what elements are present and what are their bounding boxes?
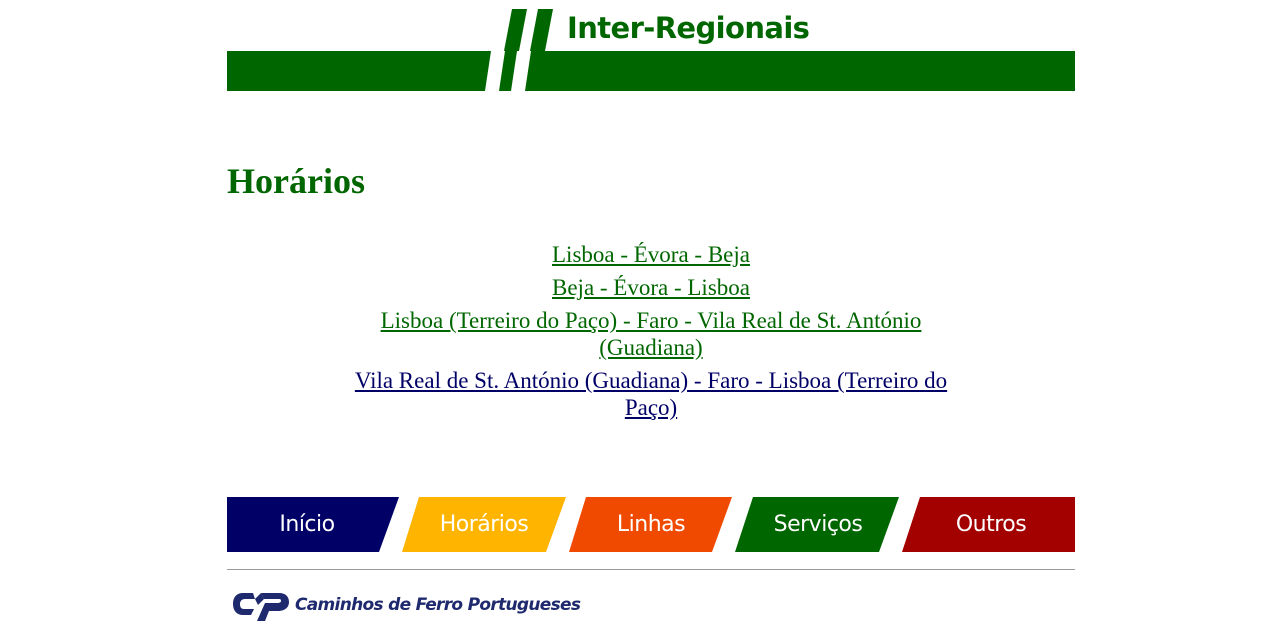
cp-logo-text: Caminhos de Ferro Portugueses [295,595,581,615]
nav-horarios[interactable]: Horários [404,497,564,552]
header-banner: Inter-Regionais [227,0,1075,91]
banner-title: Inter-Regionais [567,11,810,45]
nav-servicos[interactable]: Serviços [738,497,898,552]
schedule-link-beja-evora-lisboa[interactable]: Beja - Évora - Lisboa [351,274,951,301]
schedule-link-lisboa-evora-beja[interactable]: Lisboa - Évora - Beja [351,241,951,268]
nav-horarios-label: Horários [439,511,529,537]
page-title: Horários [227,161,365,201]
schedule-link-vila-real-faro-lisboa[interactable]: Vila Real de St. António (Guadiana) - Fa… [337,367,965,421]
schedule-links: Lisboa - Évora - Beja Beja - Évora - Lis… [337,241,965,427]
nav-linhas[interactable]: Linhas [571,497,731,552]
nav-inicio[interactable]: Início [227,497,387,552]
cp-logo-icon [233,593,289,621]
nav-outros-label: Outros [955,511,1027,537]
page: Inter-Regionais Horários Lisboa - Évora … [227,0,1075,621]
bottom-nav: Início Horários Linhas Serviços Outros [227,497,1075,552]
nav-linhas-label: Linhas [616,511,686,537]
schedule-link-lisboa-faro-vila-real[interactable]: Lisboa (Terreiro do Paço) - Faro - Vila … [351,307,951,361]
cp-logo[interactable]: Caminhos de Ferro Portugueses [231,587,581,623]
nav-servicos-label: Serviços [773,511,863,537]
nav-outros[interactable]: Outros [907,497,1075,552]
nav-inicio-label: Início [279,511,335,537]
footer-divider [227,569,1075,570]
